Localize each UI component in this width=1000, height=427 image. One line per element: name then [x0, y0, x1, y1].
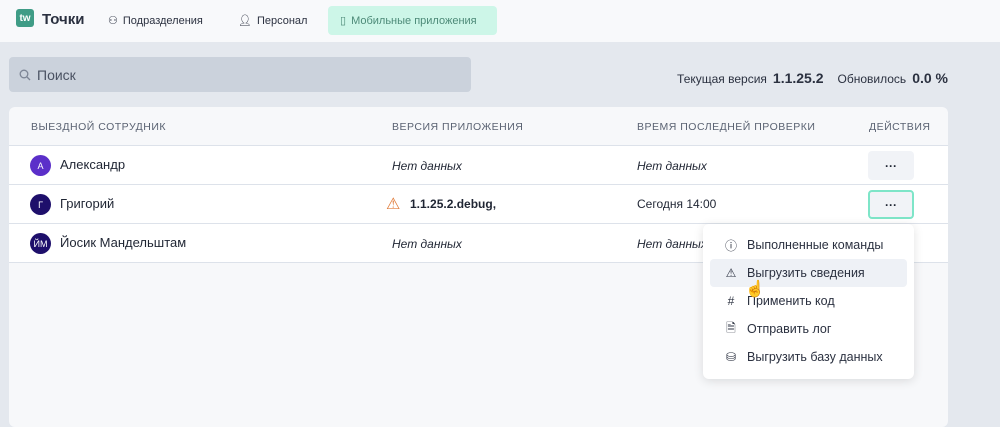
- avatar: Г: [30, 194, 51, 215]
- phone-icon: ▯: [340, 15, 347, 27]
- brand-title[interactable]: Точки: [42, 11, 84, 28]
- table-row[interactable]: А Александр Нет данных Нет данных ···: [9, 146, 948, 185]
- nav-departments[interactable]: ⚇ Подразделения: [96, 6, 215, 35]
- menu-item-apply-code[interactable]: # Применить код: [710, 287, 907, 315]
- search-icon: [19, 69, 31, 80]
- database-icon: ⛁: [725, 350, 737, 364]
- search-input[interactable]: Поиск: [9, 57, 471, 92]
- menu-item-executed-commands[interactable]: ⓘ Выполненные команды: [710, 231, 907, 259]
- top-bar: tw Точки ⚇ Подразделения 👤︎ Персонал ▯ Моби…: [0, 0, 1000, 42]
- menu-item-upload-info[interactable]: ⚠ Выгрузить сведения: [710, 259, 907, 287]
- hierarchy-icon: ⚇: [108, 15, 118, 27]
- warning-icon: ⚠: [386, 196, 401, 213]
- actions-menu: ⓘ Выполненные команды ⚠ Выгрузить сведения…: [703, 224, 914, 379]
- actions-button[interactable]: ···: [868, 151, 914, 180]
- avatar: ЙМ: [30, 233, 51, 254]
- document-icon: 🗎: [726, 320, 736, 335]
- menu-item-export-database[interactable]: ⛁ Выгрузить базу данных: [710, 343, 907, 371]
- hash-icon: #: [727, 294, 735, 308]
- hand-cursor-icon: ☝: [745, 281, 765, 298]
- actions-button[interactable]: ···: [868, 190, 914, 219]
- avatar: А: [30, 155, 51, 176]
- version-info: Текущая версия 1.1.25.2 Обновилось 0.0 %: [677, 70, 948, 86]
- nav-mobile-apps[interactable]: ▯ Мобильные приложения: [328, 6, 497, 35]
- table-row[interactable]: Г Григорий ⚠ 1.1.25.2.debug, Сегодня 14:…: [9, 185, 948, 224]
- logo: tw: [16, 9, 34, 27]
- table-header: ВЫЕЗДНОЙ СОТРУДНИК ВЕРСИЯ ПРИЛОЖЕНИЯ ВРЕ…: [9, 107, 948, 146]
- info-icon: ⓘ: [724, 238, 737, 253]
- cloud-upload-icon: ⚠: [725, 266, 737, 280]
- user-icon: 👤︎: [238, 15, 252, 27]
- nav-personnel[interactable]: 👤︎ Персонал: [226, 6, 319, 35]
- menu-item-send-log[interactable]: 🗎 Отправить лог: [710, 315, 907, 343]
